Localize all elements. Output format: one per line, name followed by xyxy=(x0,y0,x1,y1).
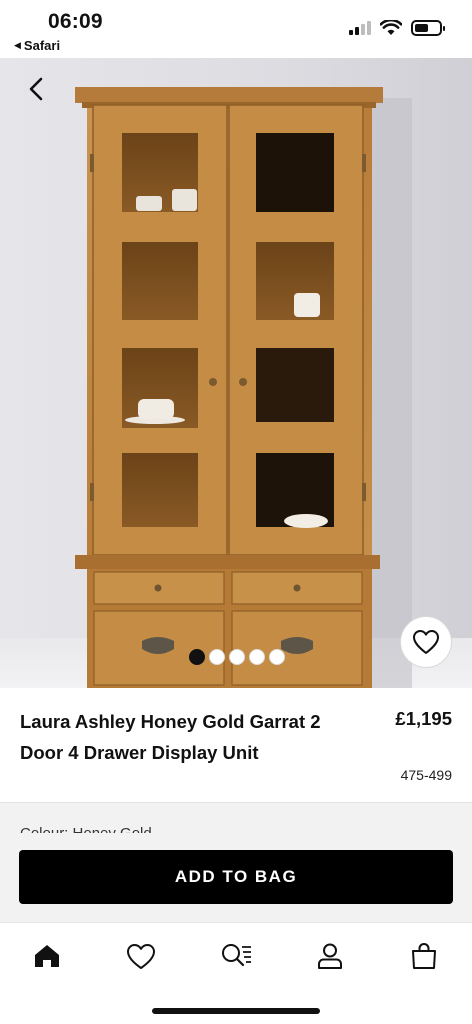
tab-wishlist[interactable] xyxy=(124,939,158,973)
back-triangle-icon: ◀ xyxy=(14,40,21,50)
back-app-label: Safari xyxy=(23,38,61,53)
product-title: Laura Ashley Honey Gold Garrat 2 Door 4 … xyxy=(20,711,321,763)
product-code: 475-499 xyxy=(400,767,452,783)
account-icon xyxy=(318,943,342,969)
add-to-wishlist-button[interactable] xyxy=(400,616,452,668)
search-list-icon xyxy=(222,944,251,967)
product-image-carousel[interactable] xyxy=(0,58,472,688)
carousel-dot[interactable] xyxy=(269,649,285,665)
tab-bag[interactable] xyxy=(407,939,441,973)
back-to-app-link[interactable]: ◀ Safari xyxy=(14,38,60,53)
battery-icon xyxy=(411,20,445,36)
carousel-dot[interactable] xyxy=(189,649,205,665)
status-icons xyxy=(349,20,445,36)
tab-search[interactable] xyxy=(219,939,253,973)
home-icon xyxy=(35,945,59,967)
add-to-bag-button[interactable]: ADD TO BAG xyxy=(19,850,453,904)
product-info: Laura Ashley Honey Gold Garrat 2 Door 4 … xyxy=(0,688,472,802)
home-indicator[interactable] xyxy=(152,1008,320,1014)
tab-home[interactable] xyxy=(30,939,64,973)
tab-account[interactable] xyxy=(313,939,347,973)
carousel-dot[interactable] xyxy=(229,649,245,665)
heart-icon xyxy=(127,943,155,969)
wifi-icon xyxy=(380,20,402,35)
status-time: 06:09 xyxy=(48,10,103,33)
product-image xyxy=(75,87,412,688)
bag-icon xyxy=(412,942,436,969)
back-chevron-icon[interactable] xyxy=(24,76,50,102)
carousel-dot[interactable] xyxy=(209,649,225,665)
carousel-dot[interactable] xyxy=(249,649,265,665)
colour-selector-label[interactable]: Colour: Honey Gold xyxy=(20,823,152,833)
product-price: £1,195 xyxy=(395,708,452,729)
carousel-dots[interactable] xyxy=(189,649,285,665)
cellular-signal-icon xyxy=(349,21,371,35)
heart-icon xyxy=(413,630,439,654)
status-bar: 06:09 ◀ Safari xyxy=(0,0,472,58)
